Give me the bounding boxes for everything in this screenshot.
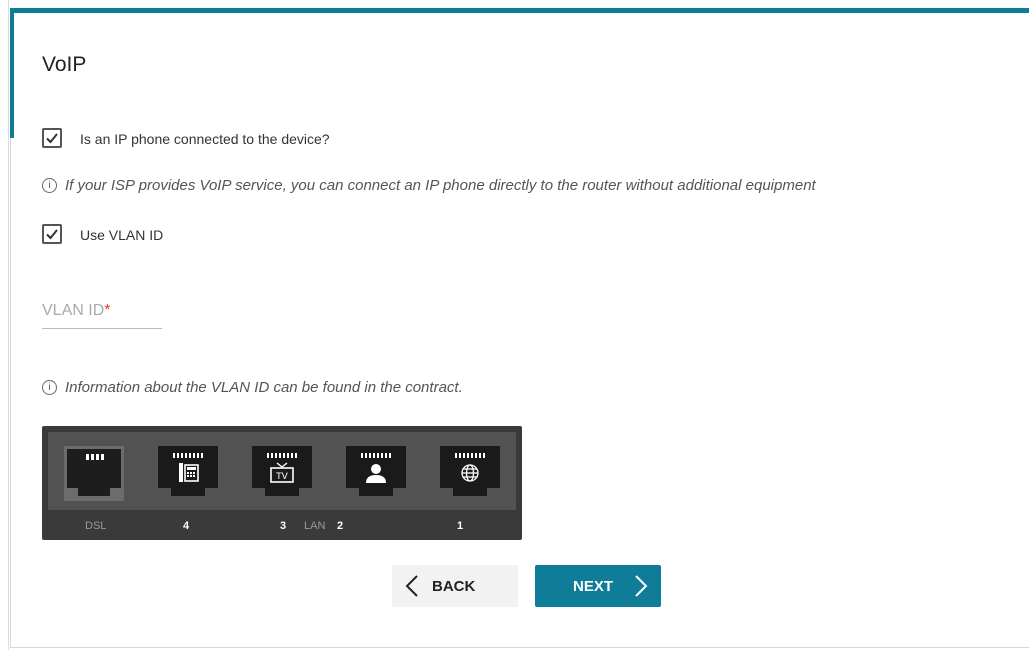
lan-port-4 xyxy=(158,446,218,499)
vlan-id-label-text: VLAN ID xyxy=(42,302,105,319)
page-title: VoIP xyxy=(42,53,87,76)
info-icon: i xyxy=(42,178,57,193)
info-icon: i xyxy=(42,380,57,395)
port-label-4: 4 xyxy=(183,520,190,532)
svg-text:TV: TV xyxy=(275,472,288,482)
check-icon xyxy=(46,133,58,144)
back-button-label: BACK xyxy=(432,577,476,595)
card-accent-top xyxy=(10,8,1029,13)
isp-info-text: If your ISP provides VoIP service, you c… xyxy=(65,177,816,194)
page-frame: VoIP Is an IP phone connected to the dev… xyxy=(0,0,1029,650)
ports-panel: TV xyxy=(48,432,516,510)
vlan-info: i Information about the VLAN ID can be f… xyxy=(42,379,463,396)
ports-diagram: TV DSL 4 3 LAN 2 1 xyxy=(42,426,522,540)
use-vlan-checkbox[interactable] xyxy=(42,224,62,244)
back-button[interactable]: BACK xyxy=(392,565,518,607)
voip-card: VoIP Is an IP phone connected to the dev… xyxy=(10,8,1029,648)
vlan-id-label: VLAN ID* xyxy=(42,302,110,320)
next-button[interactable]: NEXT xyxy=(535,565,661,607)
port-label-3: 3 xyxy=(280,520,287,532)
port-label-1: 1 xyxy=(457,520,464,532)
chevron-left-icon xyxy=(405,575,418,597)
use-vlan-checkbox-label[interactable]: Use VLAN ID xyxy=(80,227,163,243)
port-label-dsl: DSL xyxy=(85,520,107,532)
isp-info: i If your ISP provides VoIP service, you… xyxy=(42,177,816,194)
port-label-lan: LAN xyxy=(304,520,326,532)
card-accent-left xyxy=(10,8,14,138)
lan-port-1 xyxy=(440,446,500,499)
chevron-right-icon xyxy=(635,575,648,597)
lan-port-2 xyxy=(346,446,406,499)
frame-divider xyxy=(8,0,9,650)
check-icon xyxy=(46,229,58,240)
lan-port-3: TV xyxy=(252,446,312,499)
required-mark: * xyxy=(104,302,111,319)
port-label-2: 2 xyxy=(337,520,344,532)
ip-phone-checkbox[interactable] xyxy=(42,128,62,148)
vlan-info-text: Information about the VLAN ID can be fou… xyxy=(65,379,463,396)
vlan-id-field[interactable]: VLAN ID* xyxy=(42,294,162,329)
next-button-label: NEXT xyxy=(573,577,614,595)
dsl-port-icon xyxy=(64,446,124,501)
ip-phone-checkbox-label[interactable]: Is an IP phone connected to the device? xyxy=(80,131,330,147)
